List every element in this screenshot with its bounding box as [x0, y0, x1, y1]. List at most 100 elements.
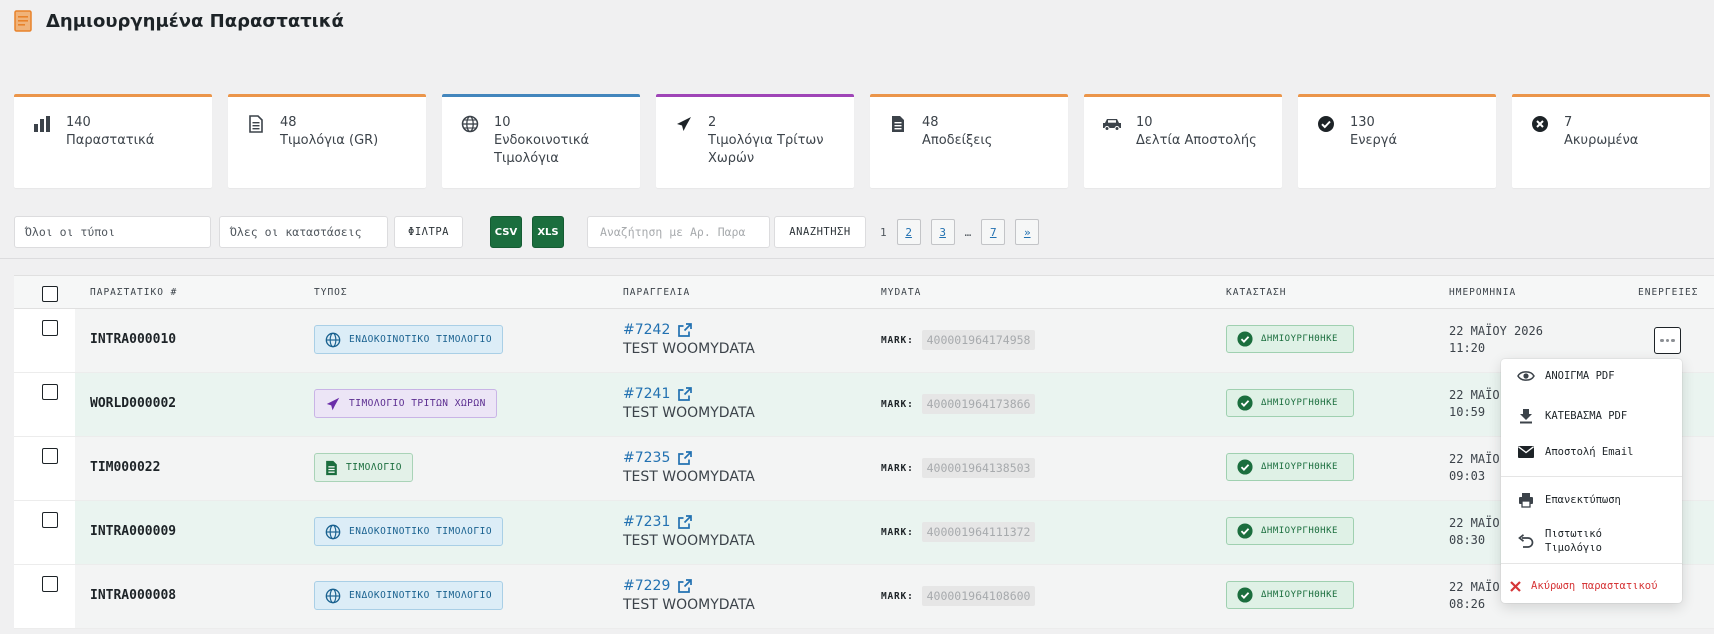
row-checkbox[interactable]	[42, 512, 58, 528]
external-link-icon[interactable]	[678, 451, 693, 465]
external-link-icon[interactable]	[678, 579, 693, 593]
receipt-icon	[888, 114, 908, 134]
time: 08:26	[1449, 597, 1486, 611]
col-status[interactable]: ΚΑΤΑΣΤΑΣΗ	[1226, 287, 1286, 298]
row-actions-button[interactable]	[1654, 327, 1681, 354]
document-number[interactable]: INTRA000008	[90, 588, 176, 603]
check-circle-icon	[1316, 114, 1336, 134]
status-badge: ΔΗΜΙΟΥΡΓΗΘΗΚΕ	[1226, 517, 1354, 545]
col-type[interactable]: ΤΥΠΟΣ	[314, 287, 348, 298]
date-cell: 22 ΜΑΪΟ 10:59	[1449, 387, 1500, 421]
order-link[interactable]: #7229	[623, 578, 670, 594]
stat-value: 130	[1350, 115, 1375, 130]
col-mydata[interactable]: MYDATA	[881, 287, 921, 298]
order-link[interactable]: #7235	[623, 450, 670, 466]
stat-card-third-country[interactable]: 2 Τιμολόγια Τρίτων Χωρών	[656, 94, 854, 188]
customer-name: TEST WOOMYDATA	[623, 405, 755, 421]
date-cell: 22 ΜΑΪΟ 08:26	[1449, 579, 1500, 613]
mydata-mark: MARK: 400001964111372	[881, 522, 1036, 542]
stats-cards: 140 Παραστατικά 48 Τιμολόγια (GR) 10 Ενδοκο…	[14, 94, 1710, 188]
search-button[interactable]: ΑΝΑΖΗΤΗΣΗ	[774, 216, 866, 248]
external-link-icon[interactable]	[678, 515, 693, 529]
stat-label: Τιμολόγια (GR)	[280, 133, 379, 148]
stat-value: 10	[1136, 115, 1153, 130]
stat-card-receipts[interactable]: 48 Αποδείξεις	[870, 94, 1068, 188]
col-date[interactable]: ΗΜΕΡΟΜΗΝΙΑ	[1449, 287, 1516, 298]
mark-label: MARK:	[881, 398, 914, 410]
status-badge: ΔΗΜΙΟΥΡΓΗΘΗΚΕ	[1226, 389, 1354, 417]
date: 22 ΜΑΪΟ	[1449, 388, 1500, 402]
check-circle-icon	[1237, 523, 1253, 539]
menu-item-credit-invoice[interactable]: Πιστωτικό Τιμολόγιο	[1517, 527, 1647, 555]
row-checkbox[interactable]	[42, 448, 58, 464]
xls-export-button[interactable]: XLS	[532, 216, 564, 248]
status-filter-select[interactable]: Όλες οι καταστάσεις	[219, 216, 388, 248]
menu-item-open-pdf[interactable]: ΑΝΟΙΓΜΑ PDF	[1517, 370, 1615, 382]
menu-item-cancel-document[interactable]: Ακύρωση παραστατικού	[1509, 580, 1657, 592]
time: 11:20	[1449, 341, 1486, 355]
mark-label: MARK:	[881, 334, 914, 346]
stat-value: 7	[1564, 115, 1573, 130]
search-input[interactable]: Αναζήτηση με Αρ. Παρα	[587, 216, 770, 248]
next-page-link[interactable]: »	[1015, 219, 1040, 245]
external-link-icon[interactable]	[678, 323, 693, 337]
document-number[interactable]: INTRA000010	[90, 332, 176, 347]
document-icon	[246, 114, 266, 134]
mark-value: 400001964173866	[921, 394, 1036, 414]
stat-card-documents[interactable]: 140 Παραστατικά	[14, 94, 212, 188]
row-checkbox[interactable]	[42, 384, 58, 400]
stat-card-invoices-gr[interactable]: 48 Τιμολόγια (GR)	[228, 94, 426, 188]
page-link-2[interactable]: 2	[896, 219, 921, 245]
globe-icon	[460, 114, 480, 134]
order-cell: #7235 TEST WOOMYDATA	[623, 450, 755, 485]
menu-item-reprint[interactable]: Επανεκτύπωση	[1517, 492, 1621, 508]
csv-export-button[interactable]: CSV	[490, 216, 522, 248]
stat-card-intra-invoices[interactable]: 10 Ενδοκοινοτικά Τιμολόγια	[442, 94, 640, 188]
select-all-checkbox[interactable]	[42, 286, 58, 302]
eye-icon	[1517, 370, 1535, 382]
row-gutter	[14, 565, 75, 628]
globe-icon	[325, 588, 341, 603]
menu-item-download-pdf[interactable]: ΚΑΤΕΒΑΣΜΑ PDF	[1517, 408, 1627, 424]
external-link-icon[interactable]	[678, 387, 693, 401]
mark-value: 400001964108600	[921, 586, 1036, 606]
order-link[interactable]: #7242	[623, 322, 670, 338]
menu-item-send-email[interactable]: Αποστολή Email	[1517, 446, 1634, 458]
type-label: ΤΙΜΟΛΟΓΙΟ	[346, 462, 402, 473]
col-actions: ΕΝΕΡΓΕΙΕΣ	[1638, 287, 1699, 298]
type-badge: ΕΝΔΟΚΟΙΝΟΤΙΚΟ ΤΙΜΟΛΟΓΙΟ	[314, 581, 504, 610]
mark-value: 400001964174958	[921, 330, 1036, 350]
pagination-ellipsis: …	[964, 225, 972, 239]
order-link[interactable]: #7231	[623, 514, 670, 530]
airplane-icon	[326, 397, 340, 410]
page-link-last[interactable]: 7	[981, 219, 1006, 245]
stat-label: Αποδείξεις	[922, 133, 993, 148]
page-link-3[interactable]: 3	[930, 219, 955, 245]
type-filter-select[interactable]: Όλοι οι τύποι	[14, 216, 211, 248]
document-icon	[14, 10, 32, 32]
menu-item-label: ΑΝΟΙΓΜΑ PDF	[1545, 370, 1615, 382]
check-circle-icon	[1237, 587, 1253, 603]
filter-button[interactable]: ΦΙΛΤΡΑ	[394, 216, 463, 248]
download-icon	[1517, 408, 1535, 424]
col-order[interactable]: ΠΑΡΑΓΓΕΛΙΑ	[623, 287, 690, 298]
table-row: TIM000022 ΤΙΜΟΛΟΓΙΟ #7235 TEST WOOMYDATA…	[14, 437, 1714, 501]
row-checkbox[interactable]	[42, 320, 58, 336]
pagination: 1 2 3 … 7 »	[880, 219, 1040, 245]
col-document-number[interactable]: ΠΑΡΑΣΤΑΤΙΚΟ #	[90, 287, 177, 298]
document-number[interactable]: WORLD000002	[90, 396, 176, 411]
date: 22 ΜΑΪΟ	[1449, 452, 1500, 466]
stat-card-active[interactable]: 130 Ενεργά	[1298, 94, 1496, 188]
row-checkbox[interactable]	[42, 576, 58, 592]
document-number[interactable]: INTRA000009	[90, 524, 176, 539]
mark-value: 400001964138503	[921, 458, 1036, 478]
stat-label: Ενδοκοινοτικά Τιμολόγια	[494, 133, 590, 166]
order-cell: #7229 TEST WOOMYDATA	[623, 578, 755, 613]
airplane-icon	[674, 114, 694, 134]
document-number[interactable]: TIM000022	[90, 460, 160, 475]
order-link[interactable]: #7241	[623, 386, 670, 402]
row-gutter	[14, 437, 75, 500]
table-row: WORLD000002 ΤΙΜΟΛΟΓΙΟ ΤΡΙΤΩΝ ΧΩΡΩΝ #7241…	[14, 373, 1714, 437]
stat-card-cancelled[interactable]: 7 Ακυρωμένα	[1512, 94, 1710, 188]
stat-card-delivery-notes[interactable]: 10 Δελτία Αποστολής	[1084, 94, 1282, 188]
